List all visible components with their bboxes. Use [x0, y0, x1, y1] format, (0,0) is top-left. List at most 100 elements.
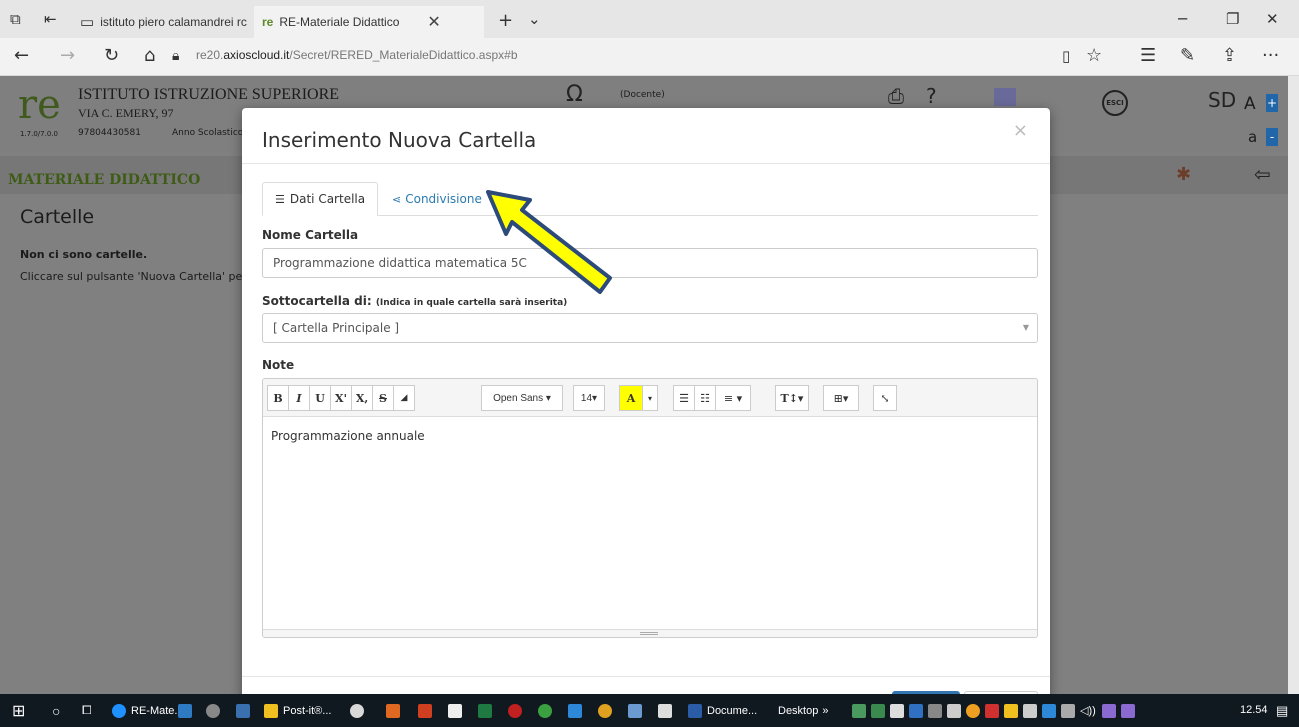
- tray-icon: [928, 703, 942, 718]
- italic-button[interactable]: I: [288, 385, 310, 411]
- back-arrow-icon[interactable]: ⇦: [1254, 162, 1271, 186]
- tab-folder-data[interactable]: ☰ Dati Cartella: [262, 182, 379, 216]
- task-view-icon[interactable]: ⧠: [82, 694, 92, 727]
- taskbar-app[interactable]: [658, 694, 677, 727]
- tab-folder-data-label: Dati Cartella: [289, 192, 366, 206]
- share-icon[interactable]: ⇪: [1222, 45, 1237, 66]
- taskbar-app[interactable]: [418, 694, 437, 727]
- strikethrough-button[interactable]: S: [372, 385, 394, 411]
- superscript-button[interactable]: X': [330, 385, 352, 411]
- modal-footer-divider: [242, 676, 1050, 677]
- text-style-dropdown[interactable]: T↕▾: [775, 385, 809, 411]
- taskbar-app[interactable]: [568, 694, 587, 727]
- taskbar-postit[interactable]: Post-it®...: [264, 694, 331, 727]
- resize-grip-icon[interactable]: [640, 632, 658, 635]
- edge-icon: [112, 703, 126, 718]
- font-size-dropdown[interactable]: 14▾: [573, 385, 605, 411]
- tab-list-icon[interactable]: ⌄: [528, 10, 541, 28]
- url-path: /Secret/RERED_MaterialeDidattico.aspx#b: [289, 48, 518, 62]
- ordered-list-icon[interactable]: ☷: [694, 385, 716, 411]
- window-close-button[interactable]: ✕: [1266, 10, 1279, 28]
- url-field[interactable]: re20.axioscloud.it/Secret/RERED_Material…: [196, 48, 518, 62]
- puzzle-icon[interactable]: ✱: [1176, 164, 1191, 185]
- taskbar-app[interactable]: [598, 694, 617, 727]
- align-dropdown[interactable]: ≡ ▾: [715, 385, 751, 411]
- tray-icon: [966, 703, 980, 718]
- taskbar-app[interactable]: [538, 694, 557, 727]
- taskbar-app[interactable]: [206, 694, 225, 727]
- notification-center-icon[interactable]: ▤: [1276, 694, 1288, 727]
- tab-close-icon[interactable]: ✕: [427, 12, 440, 32]
- taskbar-edge[interactable]: RE-Mate...: [112, 694, 184, 727]
- fullscreen-icon[interactable]: ⤡: [873, 385, 897, 411]
- tab-sharing[interactable]: ⋖ Condivisione: [380, 182, 494, 216]
- refresh-icon[interactable]: ↻: [104, 45, 119, 66]
- page-scrollbar[interactable]: [1288, 76, 1299, 694]
- back-icon[interactable]: ←: [14, 45, 29, 66]
- unordered-list-icon[interactable]: ☰: [673, 385, 695, 411]
- underline-button[interactable]: U: [309, 385, 331, 411]
- subscript-button[interactable]: X,: [351, 385, 373, 411]
- notes-editor-content[interactable]: Programmazione annuale: [271, 429, 425, 443]
- set-aside-tabs-icon[interactable]: ⇤: [44, 10, 57, 28]
- folder-name-input[interactable]: Programmazione didattica matematica 5C: [262, 248, 1038, 278]
- taskbar-app[interactable]: [508, 694, 527, 727]
- web-note-icon[interactable]: ✎: [1180, 45, 1195, 66]
- tab-calamandrei[interactable]: ▭ istituto piero calamandrei rc: [80, 6, 250, 38]
- home-icon[interactable]: ⌂: [144, 45, 155, 66]
- app-icon: [508, 703, 522, 718]
- windows-start-icon[interactable]: ⊞: [12, 694, 25, 727]
- font-decrease-button[interactable]: -: [1266, 128, 1278, 146]
- table-dropdown[interactable]: ⊞▾: [823, 385, 859, 411]
- taskbar-app[interactable]: [386, 694, 405, 727]
- parent-folder-select[interactable]: [ Cartella Principale ] ▼: [262, 313, 1038, 343]
- parent-folder-value: [ Cartella Principale ]: [273, 321, 400, 335]
- favorites-hub-icon[interactable]: ☰: [1140, 45, 1156, 66]
- reading-view-icon[interactable]: ▯: [1062, 47, 1070, 65]
- tray-icon: [852, 703, 866, 718]
- font-increase-button[interactable]: +: [1266, 94, 1278, 112]
- text-color-dropdown[interactable]: ▾: [642, 385, 658, 411]
- tray-icons[interactable]: ◁)): [852, 694, 1140, 727]
- windows-taskbar: ⊞ ○ ⧠ RE-Mate... Post-it®... Docume... D…: [0, 694, 1299, 727]
- help-icon[interactable]: ?: [926, 84, 937, 108]
- modal-close-button[interactable]: ×: [1013, 120, 1028, 141]
- taskbar-word-label: Docume...: [707, 704, 758, 717]
- eraser-icon[interactable]: ◢: [393, 385, 415, 411]
- tab-manager-icon[interactable]: ⧉: [10, 10, 21, 28]
- more-icon[interactable]: ···: [1262, 45, 1279, 66]
- app-grid-icon[interactable]: [994, 88, 1016, 106]
- chevron-down-icon: ▼: [1022, 323, 1029, 332]
- tab-materiale-didattico[interactable]: re RE-Materiale Didattico ✕: [254, 6, 484, 38]
- new-tab-button[interactable]: +: [498, 10, 513, 31]
- taskbar-app[interactable]: [350, 694, 369, 727]
- chrome-icon: [598, 703, 612, 718]
- taskbar-app[interactable]: [236, 694, 255, 727]
- print-icon[interactable]: ⎙: [888, 84, 904, 108]
- tray-icon: [890, 703, 904, 718]
- desktop-toolbar[interactable]: Desktop »: [778, 694, 828, 727]
- restore-button[interactable]: ❐: [1226, 10, 1239, 28]
- font-size-label: A: [1244, 94, 1256, 114]
- text-color-button[interactable]: A: [619, 385, 643, 411]
- exit-button[interactable]: ESCI: [1102, 90, 1128, 116]
- font-family-dropdown[interactable]: Open Sans ▾: [481, 385, 563, 411]
- taskbar-app[interactable]: [448, 694, 467, 727]
- taskbar-clock[interactable]: 12.54: [1240, 704, 1268, 716]
- editor-resize-bar[interactable]: [263, 629, 1037, 637]
- taskbar-app[interactable]: [478, 694, 497, 727]
- postit-icon: [264, 703, 278, 718]
- tray-icon: [1004, 703, 1018, 718]
- taskbar-app[interactable]: [628, 694, 647, 727]
- taskbar-word[interactable]: Docume...: [688, 694, 757, 727]
- new-folder-modal: Inserimento Nuova Cartella × ☰ Dati Cart…: [242, 108, 1050, 700]
- tray-icon: [871, 703, 885, 718]
- taskbar-app[interactable]: [178, 694, 197, 727]
- cortana-icon[interactable]: ○: [52, 694, 60, 727]
- user-icon[interactable]: Ω: [566, 82, 583, 107]
- minimize-button[interactable]: ─: [1178, 10, 1187, 28]
- school-name: ISTITUTO ISTRUZIONE SUPERIORE: [78, 86, 340, 103]
- favorite-star-icon[interactable]: ☆: [1086, 45, 1102, 66]
- bold-button[interactable]: B: [267, 385, 289, 411]
- forward-icon[interactable]: →: [60, 45, 75, 66]
